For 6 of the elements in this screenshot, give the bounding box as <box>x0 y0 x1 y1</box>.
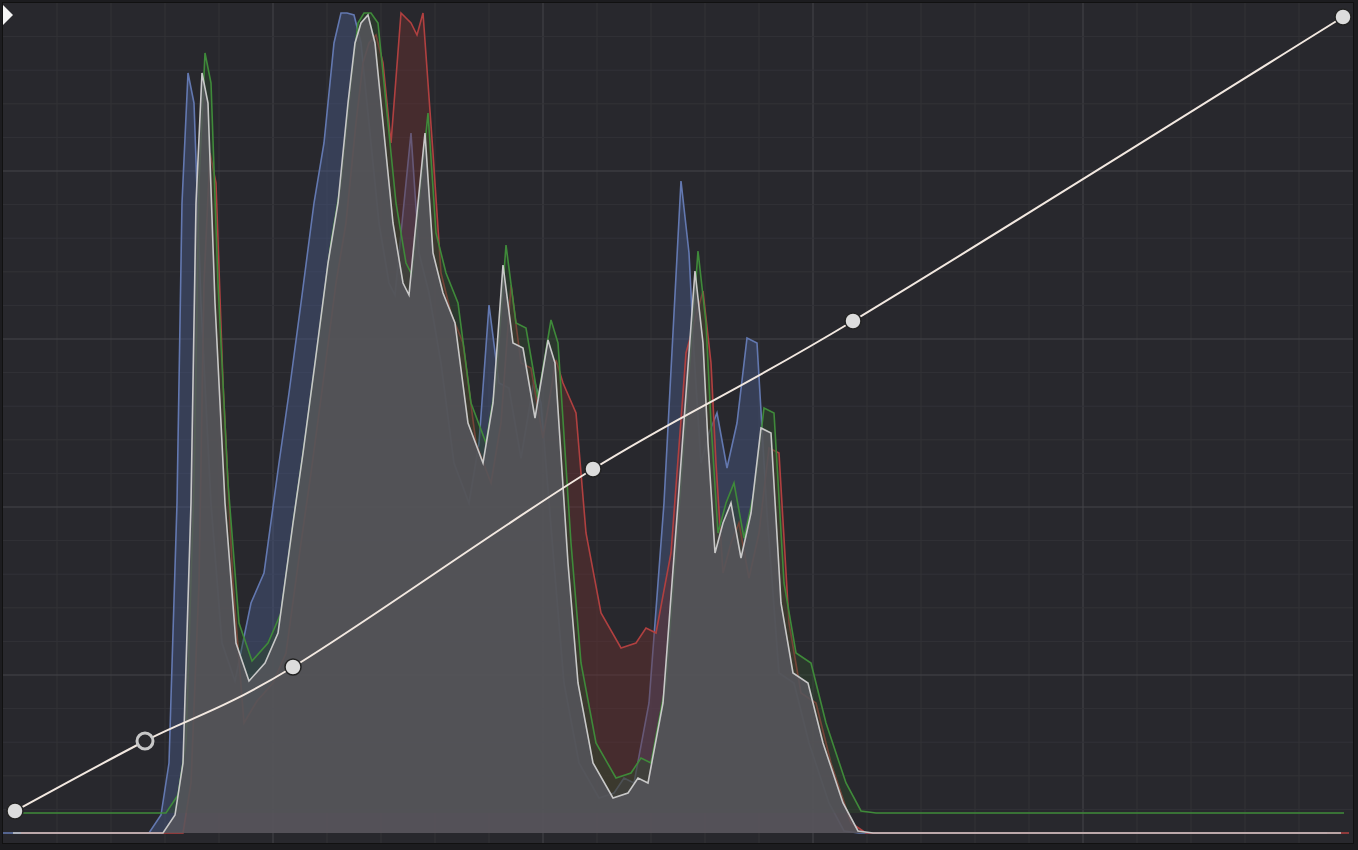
control-point[interactable] <box>584 460 602 478</box>
control-point[interactable] <box>1334 8 1352 26</box>
control-point[interactable] <box>6 802 24 820</box>
control-point[interactable] <box>844 312 862 330</box>
control-point[interactable] <box>284 658 302 676</box>
corner-marker-icon <box>3 5 13 25</box>
